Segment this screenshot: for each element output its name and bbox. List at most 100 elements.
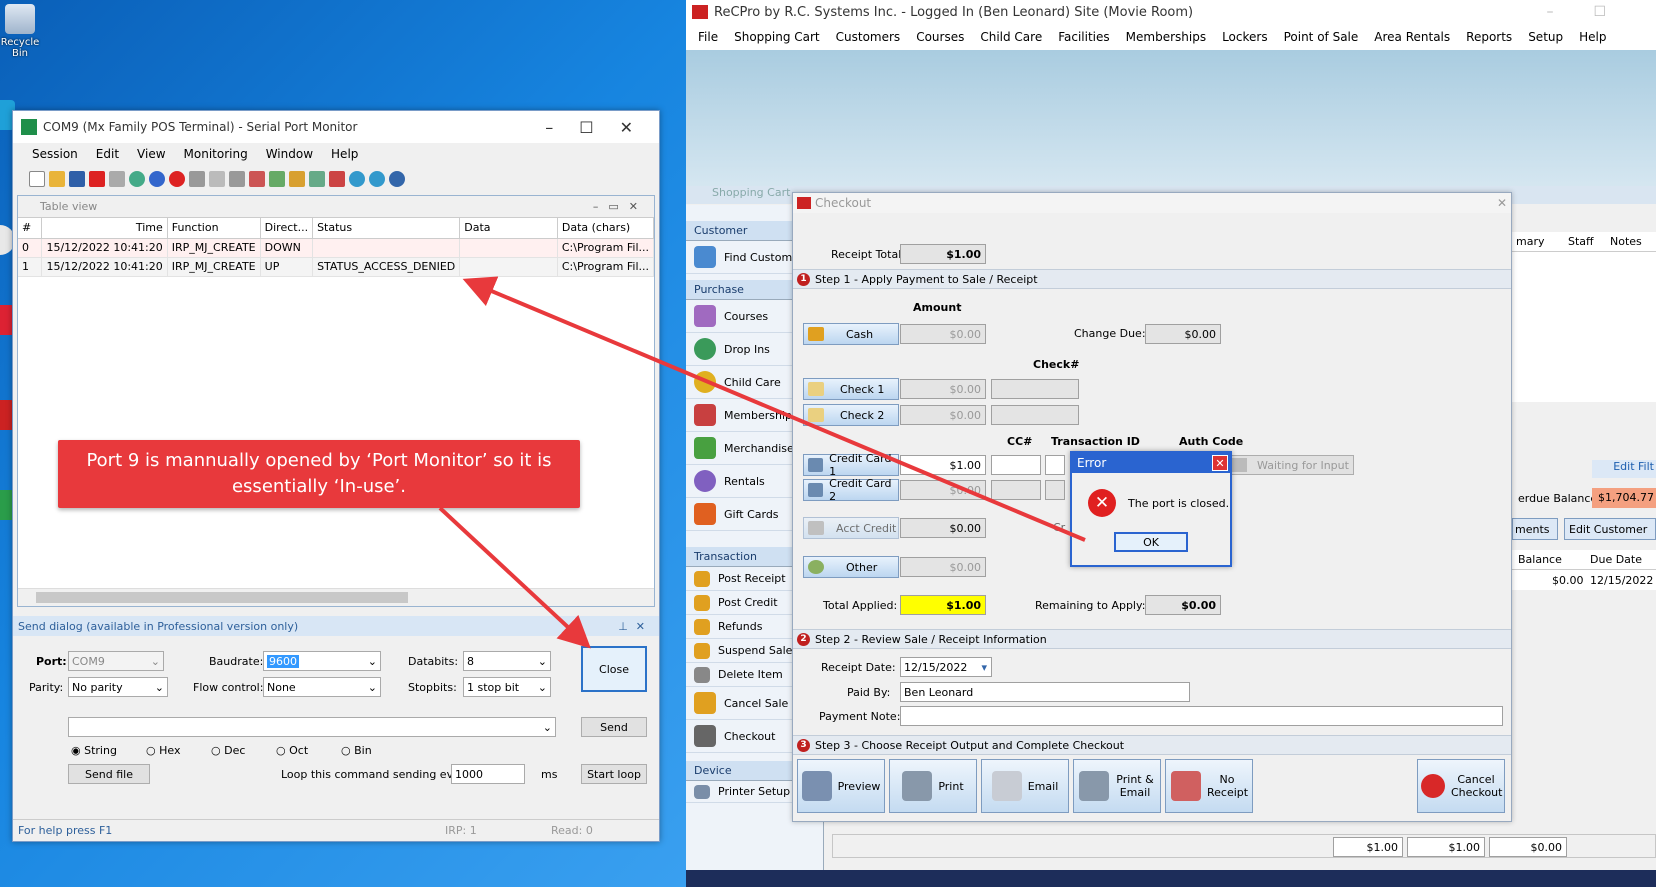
stopbits-select[interactable]: 1 stop bit ⌄ bbox=[463, 677, 551, 697]
table-view-icon[interactable] bbox=[189, 171, 205, 187]
table-row[interactable]: 1 15/12/2022 10:41:20 IRP_MJ_CREATE UP STATU… bbox=[18, 257, 655, 277]
credit-card-2-transaction-id[interactable] bbox=[1045, 480, 1065, 500]
parity-select[interactable]: No parity ⌄ bbox=[68, 677, 168, 697]
start-loop-button[interactable]: Start loop bbox=[581, 764, 647, 784]
close-port-button[interactable]: Close bbox=[581, 646, 647, 692]
col-time[interactable]: Time bbox=[41, 218, 168, 239]
menu-lockers[interactable]: Lockers bbox=[1214, 30, 1276, 44]
edit-filter-button[interactable]: Edit Filt bbox=[1592, 460, 1656, 478]
cash-button[interactable]: Cash bbox=[803, 323, 899, 345]
col-status[interactable]: Status bbox=[312, 218, 461, 239]
databits-select[interactable]: 8 ⌄ bbox=[463, 651, 551, 671]
edit-customer-button[interactable]: Edit Customer bbox=[1564, 518, 1656, 540]
pause-icon[interactable] bbox=[149, 171, 165, 187]
format-bin-radio[interactable]: ○ Bin bbox=[341, 744, 372, 757]
print-button[interactable]: Print bbox=[889, 759, 977, 813]
credit-card-2-button[interactable]: Credit Card 2 bbox=[803, 477, 899, 503]
payments-button[interactable]: ments bbox=[1512, 518, 1558, 540]
receipt-date-picker[interactable]: 12/15/2022 ▾ bbox=[900, 657, 992, 677]
credit-card-1-amount[interactable]: $1.00 bbox=[900, 455, 986, 475]
find-next-icon[interactable] bbox=[369, 171, 385, 187]
menu-edit[interactable]: Edit bbox=[87, 147, 128, 161]
check-1-amount[interactable]: $0.00 bbox=[900, 379, 986, 399]
email-button[interactable]: Email bbox=[981, 759, 1069, 813]
loop-interval-stepper[interactable]: 1000 bbox=[451, 764, 525, 784]
horizontal-scrollbar[interactable] bbox=[18, 588, 654, 606]
close-icon[interactable]: ✕ bbox=[1212, 455, 1228, 471]
clear-icon[interactable] bbox=[329, 171, 345, 187]
check-1-number[interactable] bbox=[991, 379, 1079, 399]
filter-icon[interactable] bbox=[289, 171, 305, 187]
cash-amount[interactable]: $0.00 bbox=[900, 324, 986, 344]
menu-courses[interactable]: Courses bbox=[908, 30, 972, 44]
recpro-window-controls[interactable]: –☐ bbox=[1546, 4, 1646, 20]
scrollbar-thumb[interactable] bbox=[36, 592, 408, 603]
menu-file[interactable]: File bbox=[690, 30, 726, 44]
menu-window[interactable]: Window bbox=[257, 147, 322, 161]
col-data[interactable]: Data bbox=[459, 218, 558, 239]
waiting-for-input-button[interactable]: Waiting for Input bbox=[1226, 455, 1354, 475]
cancel-checkout-button[interactable]: Cancel Checkout bbox=[1417, 759, 1505, 813]
stop-icon[interactable] bbox=[169, 171, 185, 187]
play-icon[interactable] bbox=[129, 171, 145, 187]
menu-child-care[interactable]: Child Care bbox=[972, 30, 1050, 44]
close-icon[interactable]: ✕ bbox=[1497, 196, 1507, 210]
flow-control-select[interactable]: None ⌄ bbox=[263, 677, 381, 697]
menu-help[interactable]: Help bbox=[322, 147, 367, 161]
format-string-radio[interactable]: ◉ String bbox=[71, 744, 117, 757]
credit-card-2-amount[interactable]: $0.00 bbox=[900, 480, 986, 500]
search-icon[interactable] bbox=[349, 171, 365, 187]
menu-facilities[interactable]: Facilities bbox=[1050, 30, 1117, 44]
no-receipt-button[interactable]: No Receipt bbox=[1165, 759, 1253, 813]
menu-monitoring[interactable]: Monitoring bbox=[175, 147, 257, 161]
col-data-chars[interactable]: Data (chars) bbox=[557, 218, 655, 239]
check-2-button[interactable]: Check 2 bbox=[803, 404, 899, 426]
menu-customers[interactable]: Customers bbox=[828, 30, 909, 44]
credit-card-1-transaction-id[interactable] bbox=[1045, 455, 1065, 475]
send-button[interactable]: Send bbox=[581, 717, 647, 737]
check-1-button[interactable]: Check 1 bbox=[803, 378, 899, 400]
preview-button[interactable]: Preview bbox=[797, 759, 885, 813]
col-function[interactable]: Function bbox=[167, 218, 261, 239]
save-icon[interactable] bbox=[69, 171, 85, 187]
send-file-button[interactable]: Send file bbox=[68, 764, 150, 784]
menu-area-rentals[interactable]: Area Rentals bbox=[1366, 30, 1458, 44]
credit-card-2-number[interactable] bbox=[991, 480, 1041, 500]
dump-view-icon[interactable] bbox=[229, 171, 245, 187]
other-button[interactable]: Other bbox=[803, 556, 899, 578]
menu-help[interactable]: Help bbox=[1571, 30, 1614, 44]
command-input[interactable]: ⌄ bbox=[68, 717, 556, 737]
terminal-view-icon[interactable] bbox=[249, 171, 265, 187]
line-view-icon[interactable] bbox=[209, 171, 225, 187]
spm-window-controls[interactable]: –☐✕ bbox=[545, 118, 659, 137]
pin-close-icon[interactable]: ⊥✕ bbox=[618, 620, 653, 633]
settings-icon[interactable] bbox=[309, 171, 325, 187]
menu-session[interactable]: Session bbox=[23, 147, 87, 161]
acct-credit-button[interactable]: Acct Credit bbox=[803, 517, 899, 539]
print-email-button[interactable]: Print & Email bbox=[1073, 759, 1161, 813]
new-icon[interactable] bbox=[29, 171, 45, 187]
col-direction[interactable]: Direct... bbox=[260, 218, 314, 239]
credit-card-1-button[interactable]: Credit Card 1 bbox=[803, 452, 899, 478]
table-row[interactable]: 0 15/12/2022 10:41:20 IRP_MJ_CREATE DOWN C:\… bbox=[18, 238, 655, 258]
menu-reports[interactable]: Reports bbox=[1458, 30, 1520, 44]
menu-view[interactable]: View bbox=[128, 147, 174, 161]
desktop-icon-recycle-bin[interactable]: Recycle Bin bbox=[0, 4, 46, 59]
menu-memberships[interactable]: Memberships bbox=[1118, 30, 1214, 44]
paid-by-field[interactable]: Ben Leonard bbox=[900, 682, 1190, 702]
credit-card-1-number[interactable] bbox=[991, 455, 1041, 475]
payment-note-field[interactable] bbox=[900, 706, 1503, 726]
format-dec-radio[interactable]: ○ Dec bbox=[211, 744, 245, 757]
other-amount[interactable]: $0.00 bbox=[900, 557, 986, 577]
open-icon[interactable] bbox=[49, 171, 65, 187]
menu-point-of-sale[interactable]: Point of Sale bbox=[1276, 30, 1367, 44]
check-2-number[interactable] bbox=[991, 405, 1079, 425]
ok-button[interactable]: OK bbox=[1114, 532, 1188, 552]
menu-setup[interactable]: Setup bbox=[1520, 30, 1571, 44]
copy-icon[interactable] bbox=[109, 171, 125, 187]
menu-shopping-cart[interactable]: Shopping Cart bbox=[726, 30, 828, 44]
close-session-icon[interactable] bbox=[89, 171, 105, 187]
mdi-controls[interactable]: –▭✕ bbox=[593, 200, 648, 213]
modbus-view-icon[interactable] bbox=[269, 171, 285, 187]
baudrate-select[interactable]: 9600 ⌄ bbox=[263, 651, 381, 671]
